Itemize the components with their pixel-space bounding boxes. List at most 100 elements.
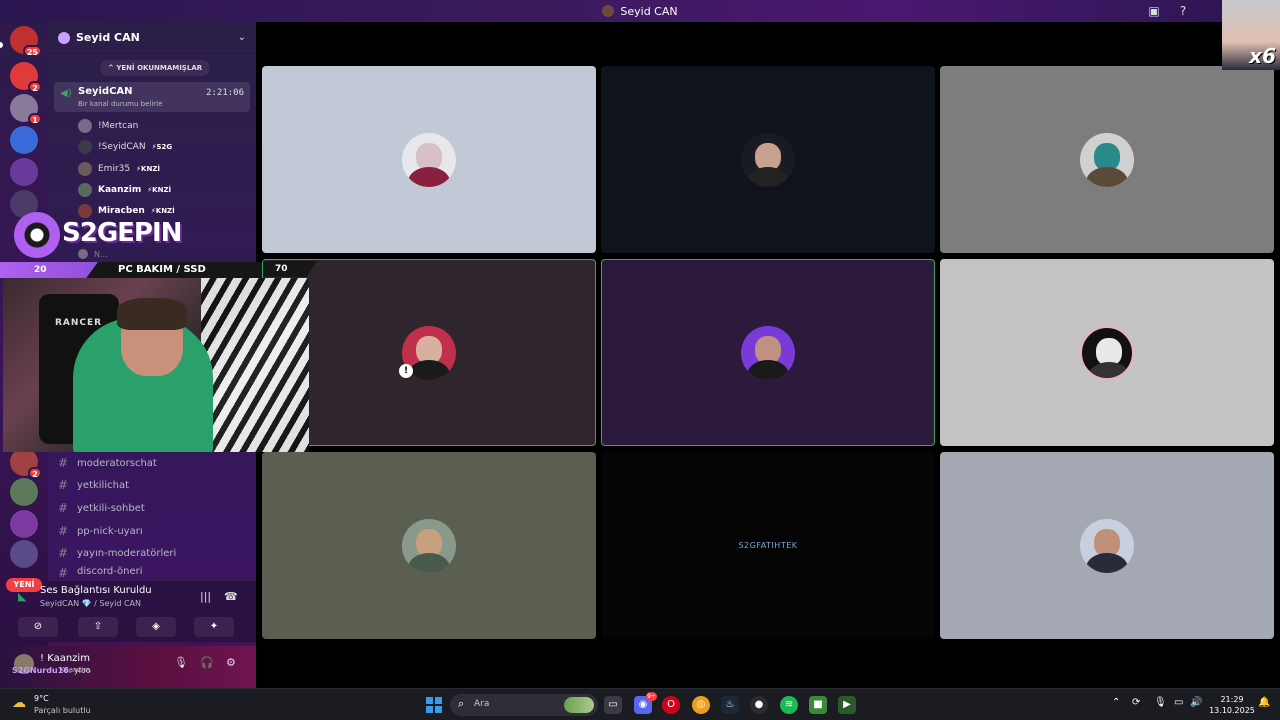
video-tile[interactable] (940, 259, 1274, 446)
sync-icon[interactable]: ⟳ (1132, 697, 1140, 708)
notification-bell-icon[interactable]: 🔔 (1258, 697, 1270, 708)
hash-icon: # (58, 546, 69, 560)
voice-member[interactable]: !SeyidCAN ⚡S2G (78, 138, 172, 156)
camera-off-button[interactable]: ⊘ (18, 617, 58, 637)
server-icon-6[interactable]: 2 (10, 448, 42, 479)
member-tag: ⚡KNZİ (147, 186, 172, 194)
server-icon-7[interactable] (10, 478, 38, 506)
search-highlight-image (564, 697, 594, 713)
video-tile[interactable] (940, 66, 1274, 253)
weather-condition[interactable]: Parçalı bulutlu (34, 706, 91, 715)
title-bar: Seyid CAN ▣ ? (0, 0, 1280, 22)
system-clock[interactable]: 21:29 13.10.2025 (1208, 694, 1256, 716)
microphone-icon[interactable]: 🎙 (174, 656, 188, 669)
server-icon-2[interactable]: 1 (10, 94, 42, 125)
channel-moderatorschat[interactable]: # moderatorschat (58, 453, 157, 473)
video-tile-speaking[interactable]: ! (262, 259, 596, 446)
taskbar-search[interactable]: ⌕ Ara (450, 694, 598, 716)
stream-logo: S2GEPIN (14, 208, 182, 258)
minecraft-app-icon[interactable]: ■ (809, 696, 827, 714)
channel-name: discord-öneri (77, 566, 143, 577)
logo-icon (14, 212, 60, 258)
avatar (78, 162, 92, 176)
windows-start-icon[interactable] (426, 697, 442, 713)
guild-header[interactable]: Seyid CAN ⌄ (48, 22, 256, 54)
mention-badge: 25 (22, 45, 42, 57)
weather-icon[interactable]: ☁ (12, 695, 26, 711)
notification-badge: 9+ (646, 692, 657, 701)
temperature[interactable]: 9°C (34, 694, 49, 703)
user-name[interactable]: ! Kaanzim (40, 653, 90, 664)
taskbar: ☁ 9°C Parçalı bulutlu ⌕ Ara ▭ ◉ 9+ O ◎ ♨ … (0, 688, 1280, 720)
channel-status-prompt[interactable]: Bir kanal durumu belirle (78, 100, 162, 108)
channel-yetkili-sohbet[interactable]: # yetkili-sohbet (58, 498, 145, 518)
multiplier-label: x6 (1249, 44, 1276, 68)
voice-member[interactable]: Emir35 ⚡KNZİ (78, 160, 160, 178)
window-title: Seyid CAN (620, 4, 678, 18)
voice-connected-status[interactable]: Ses Bağlantısı Kuruldu (40, 585, 152, 596)
stream-topic: PC BAKIM / SSD (118, 264, 206, 275)
voice-member[interactable]: !Mertcan (78, 117, 138, 135)
video-tile[interactable] (601, 66, 935, 253)
discord-app-icon[interactable]: ◉ 9+ (634, 692, 657, 714)
opera-app-icon[interactable]: O (662, 696, 680, 714)
inbox-icon[interactable]: ▣ (1146, 3, 1162, 19)
task-view-icon[interactable]: ▭ (604, 696, 622, 714)
server-icon-home[interactable]: 25 (10, 26, 42, 57)
channel-pp-nick-uyari[interactable]: # pp-nick-uyarı (58, 521, 143, 541)
app-window: Seyid CAN ▣ ? 25 2 1 2 YENİ Seyid CAN ⌄ … (0, 0, 1280, 720)
chrome-app-icon[interactable]: ◎ (692, 696, 710, 714)
participant-avatar (741, 325, 795, 380)
spotify-app-icon[interactable]: ≋ (780, 696, 798, 714)
microphone-tray-icon[interactable]: 🎙 (1154, 697, 1167, 708)
video-tile[interactable] (262, 66, 596, 253)
stream-logo-text: S2GEPIN (62, 218, 182, 248)
server-icon-1[interactable]: 2 (10, 62, 42, 93)
activities-button[interactable]: ◈ (136, 617, 176, 637)
video-tile[interactable] (262, 452, 596, 639)
screen-share-button[interactable]: ⇧ (78, 617, 118, 637)
deafened-icon: ! (399, 364, 413, 378)
streamer-hair (117, 298, 187, 330)
new-unreads-pill[interactable]: ^ YENİ OKUNMAMIŞLAR (100, 60, 211, 76)
stream-info-bar: 20 PC BAKIM / SSD (0, 262, 262, 278)
participant-name: S2GFATIHTEK (738, 541, 798, 550)
network-icon[interactable]: ▭ (1174, 697, 1183, 708)
video-tile[interactable] (940, 452, 1274, 639)
channel-name: yetkilichat (77, 479, 130, 491)
participant-avatar (1080, 325, 1134, 380)
steam-app-icon[interactable]: ♨ (721, 696, 739, 714)
channel-name: yetkili-sohbet (77, 502, 145, 514)
noise-suppression-icon[interactable]: ||| (200, 590, 211, 603)
guild-name: Seyid CAN (76, 31, 140, 44)
disconnect-icon[interactable]: ☎ (224, 590, 238, 603)
app-launcher-icon[interactable]: ▶ (838, 696, 856, 714)
headphones-icon[interactable]: 🎧 (200, 656, 214, 669)
voice-member[interactable]: Kaanzim ⚡KNZİ (78, 181, 171, 199)
channel-yayin-moderatorleri[interactable]: # yayın-moderatörleri (58, 543, 176, 563)
chevron-up-icon[interactable]: ⌃ (1112, 697, 1120, 708)
chevron-down-icon[interactable]: ⌄ (238, 32, 246, 43)
signal-icon[interactable]: ◣ (18, 590, 26, 603)
member-tag: ⚡S2G (151, 143, 173, 151)
channel-discord-oneri[interactable]: # discord-öneri (58, 566, 143, 578)
volume-icon[interactable]: 🔊 (1190, 697, 1202, 708)
corner-webcam: x6 (1222, 0, 1280, 70)
channel-name: pp-nick-uyarı (77, 525, 143, 537)
server-icon-3[interactable] (10, 126, 38, 154)
server-icon-9[interactable] (10, 540, 38, 568)
server-icon-4[interactable] (10, 158, 38, 186)
channel-yetkilichat[interactable]: # yetkilichat (58, 475, 129, 495)
server-icon-8[interactable] (10, 510, 38, 538)
avatar (78, 183, 92, 197)
video-tile[interactable]: S2GFATIHTEK (601, 452, 935, 639)
obs-app-icon[interactable]: ● (750, 696, 768, 714)
voice-connection-panel: ◣ Ses Bağlantısı Kuruldu SeyidCAN 💎 / Se… (18, 580, 256, 642)
soundboard-button[interactable]: ✦ (194, 617, 234, 637)
help-icon[interactable]: ? (1175, 3, 1191, 19)
video-tile-speaking[interactable] (601, 259, 935, 446)
unread-pill-indicator (0, 42, 3, 48)
voice-location[interactable]: SeyidCAN 💎 / Seyid CAN (40, 599, 141, 608)
voice-channel-row[interactable]: ◀) SeyidCAN Bir kanal durumu belirle 2:2… (54, 82, 250, 112)
gear-icon[interactable]: ⚙ (226, 656, 236, 669)
